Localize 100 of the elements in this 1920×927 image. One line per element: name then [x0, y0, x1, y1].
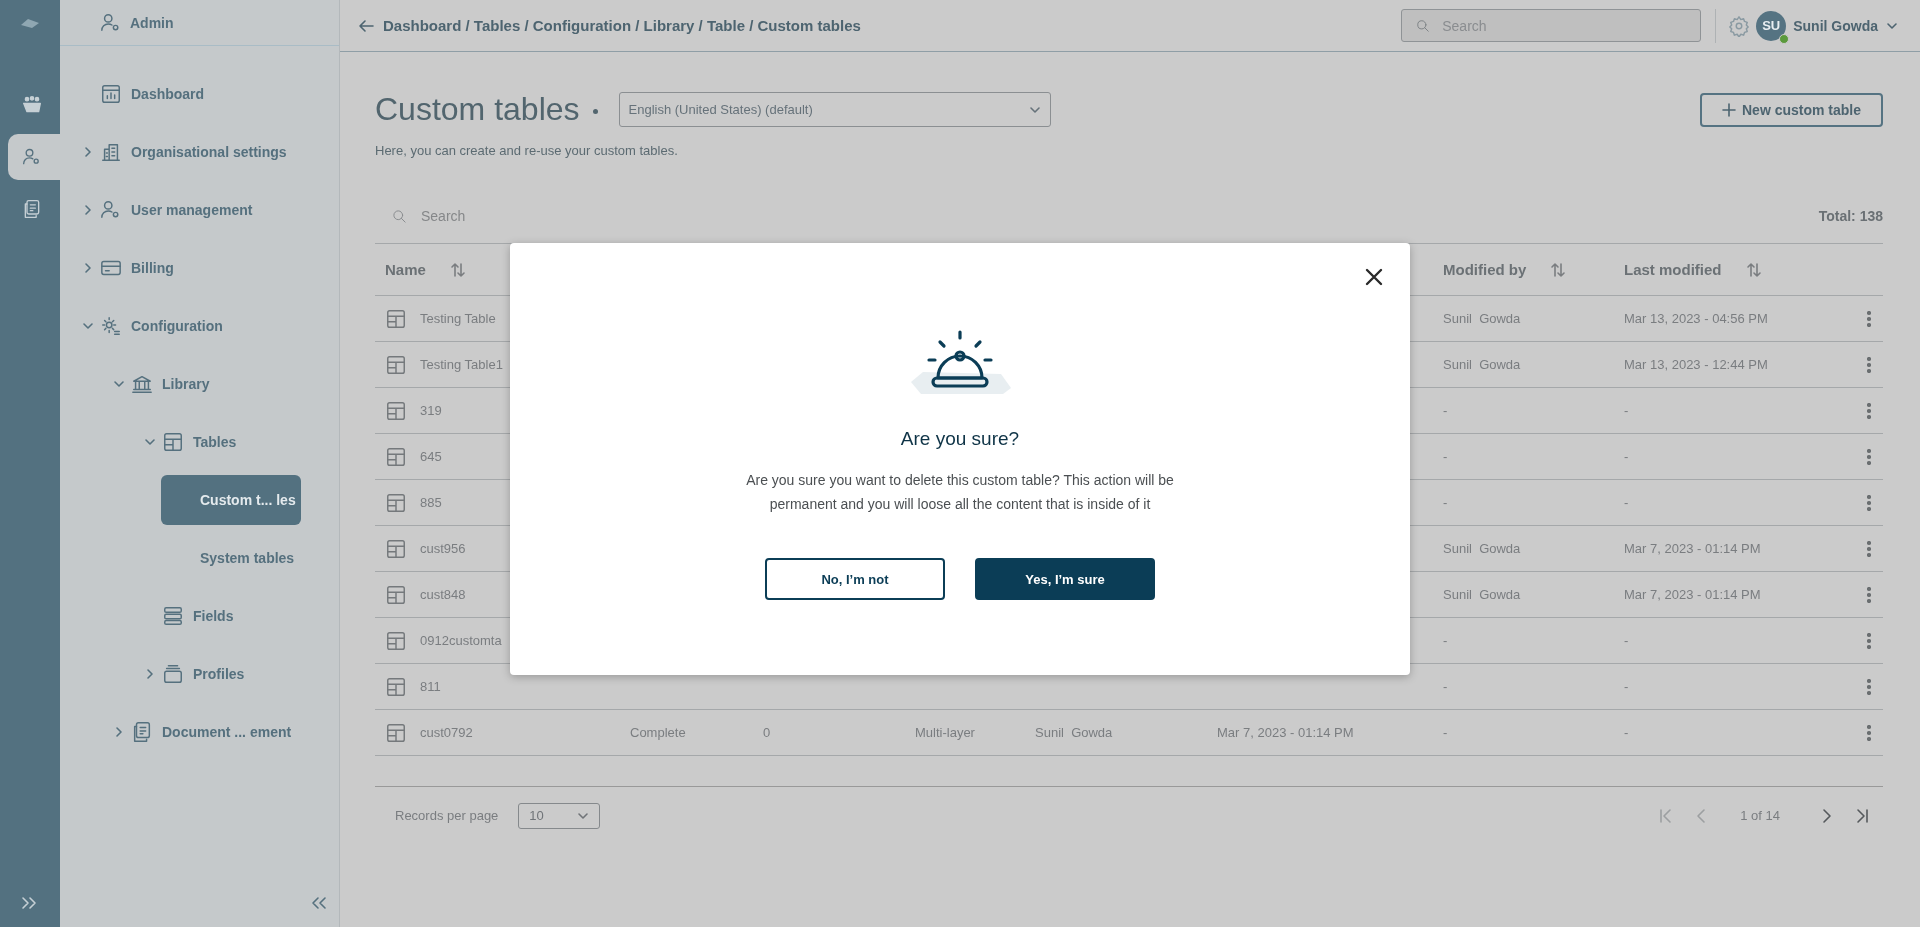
chevron-icon[interactable]	[82, 262, 94, 274]
collapse-icon[interactable]	[309, 896, 327, 910]
sidebar-item[interactable]: System tables	[161, 533, 301, 583]
table-cell: -	[1443, 495, 1448, 510]
column-header[interactable]: Last modified	[1624, 261, 1722, 278]
sidebar-item[interactable]: Configuration	[131, 318, 223, 334]
more-icon[interactable]	[1867, 448, 1871, 465]
cloud-logo-icon	[19, 16, 41, 30]
table-cell: -	[1624, 449, 1629, 464]
plus-icon	[1722, 102, 1736, 117]
table-cell: -	[1443, 725, 1448, 740]
new-table-button[interactable]: New custom table	[1700, 92, 1883, 127]
more-icon[interactable]	[1867, 678, 1871, 695]
sidebar-item[interactable]: Fields	[193, 608, 234, 624]
column-header[interactable]: Name	[385, 261, 426, 278]
table-cell: -	[1443, 403, 1448, 418]
sidebar-title: Admin	[130, 14, 174, 31]
table-cell: 645	[420, 449, 442, 464]
settings-icon[interactable]	[1728, 14, 1751, 37]
team-icon	[22, 95, 42, 115]
table-icon	[385, 675, 407, 698]
rail-item[interactable]	[8, 134, 60, 180]
total-count: Total: 138	[1818, 208, 1883, 224]
user-gear-icon	[100, 11, 122, 34]
more-icon[interactable]	[1867, 356, 1871, 373]
table-icon	[385, 629, 407, 652]
chevron-icon[interactable]	[82, 204, 94, 216]
sidebar-item[interactable]: Library	[162, 376, 210, 392]
table-icon	[385, 307, 407, 330]
table-icon	[385, 491, 407, 514]
table-cell: Sunil Gowda	[1443, 357, 1521, 372]
sidebar-item[interactable]: Dashboard	[131, 86, 205, 102]
table-cell: Mar 7, 2023 - 01:14 PM	[1217, 725, 1354, 740]
user-name[interactable]: Sunil Gowda	[1793, 17, 1878, 34]
more-icon[interactable]	[1867, 632, 1871, 649]
back-arrow-icon[interactable]	[358, 18, 374, 33]
sort-icon[interactable]	[449, 261, 466, 278]
language-dropdown[interactable]: English (United States) (default)	[618, 92, 1051, 127]
table-cell: Mar 7, 2023 - 01:14 PM	[1624, 587, 1761, 602]
chevron-icon[interactable]	[82, 146, 94, 158]
sidebar-item[interactable]: Custom t... les	[161, 475, 301, 525]
more-icon[interactable]	[1867, 586, 1871, 603]
more-icon[interactable]	[1867, 540, 1871, 557]
table-cell: 811	[420, 679, 441, 694]
documents-icon	[22, 199, 42, 219]
table-cell: -	[1443, 679, 1448, 694]
breadcrumb[interactable]: Dashboard / Tables / Configuration / Library / Table / Custom tables	[383, 17, 861, 34]
table-cell: Mar 13, 2023 - 04:56 PM	[1624, 311, 1768, 326]
sidebar-item[interactable]: Document ... ement	[162, 724, 292, 740]
table-cell: -	[1624, 725, 1629, 740]
expand-icon[interactable]	[21, 896, 39, 910]
page-indicator: 1 of 14	[1740, 808, 1780, 823]
chevron-icon[interactable]	[144, 668, 156, 680]
sidebar-item[interactable]: Billing	[131, 260, 174, 276]
confirm-button[interactable]: Yes, I’m sure	[975, 558, 1155, 600]
table-icon	[385, 583, 407, 606]
sidebar-item[interactable]: User management	[131, 202, 253, 218]
table-cell: Testing Table1	[420, 357, 503, 372]
cancel-button[interactable]: No, I’m not	[765, 558, 945, 600]
sidebar-item[interactable]: Tables	[193, 434, 237, 450]
bullet-dot	[592, 109, 598, 114]
dialog-title: Are you sure?	[900, 428, 1020, 450]
table-cell: 0912customta	[420, 633, 502, 648]
table-cell: cust0792	[420, 725, 473, 740]
last-page-icon[interactable]	[1854, 807, 1870, 824]
sidebar-item[interactable]: Organisational settings	[131, 144, 287, 160]
table-cell: Sunil Gowda	[1443, 587, 1521, 602]
table-cell: Sunil Gowda	[1443, 311, 1521, 326]
close-icon[interactable]	[1365, 268, 1383, 286]
table-icon	[385, 721, 407, 744]
bank-icon	[131, 373, 153, 395]
search-icon	[1416, 18, 1431, 33]
table-cell: -	[1624, 495, 1629, 510]
user-gear-icon	[100, 199, 122, 221]
building-icon	[100, 141, 122, 163]
table-cell: Mar 13, 2023 - 12:44 PM	[1624, 357, 1768, 372]
table-cell: Multi-layer	[915, 725, 975, 740]
more-icon[interactable]	[1867, 494, 1871, 511]
sort-icon[interactable]	[1745, 261, 1762, 278]
more-icon[interactable]	[1867, 402, 1871, 419]
more-icon[interactable]	[1867, 310, 1871, 327]
table-cell: 319	[420, 403, 442, 418]
more-icon[interactable]	[1867, 724, 1871, 741]
chevron-icon[interactable]	[113, 726, 125, 738]
sidebar-item[interactable]: Profiles	[193, 666, 245, 682]
table-cell: -	[1624, 679, 1629, 694]
avatar[interactable]: SU	[1756, 10, 1787, 41]
sort-icon[interactable]	[1550, 261, 1567, 278]
description: Here, you can create and re-use your custom tables.	[375, 143, 679, 158]
stack-icon	[162, 605, 184, 627]
page-size-dropdown[interactable]: 10	[518, 802, 601, 829]
chevron-icon[interactable]	[113, 378, 125, 390]
column-header[interactable]: Modified by	[1443, 261, 1527, 278]
page-title: Custom tables	[375, 91, 580, 128]
table-cell: cust956	[420, 541, 466, 556]
search-field[interactable]: Search	[419, 207, 675, 225]
table-cell: -	[1624, 633, 1629, 648]
chevron-icon[interactable]	[82, 320, 94, 332]
table-cell: -	[1443, 633, 1448, 648]
chevron-icon[interactable]	[144, 436, 156, 448]
